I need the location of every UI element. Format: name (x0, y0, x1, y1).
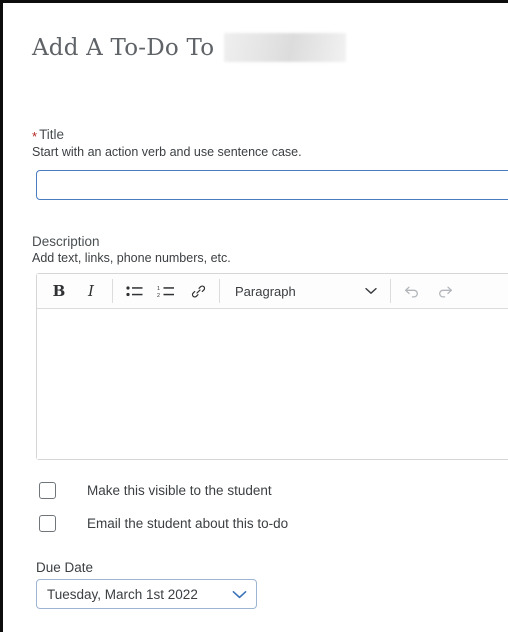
due-date-value: Tuesday, March 1st 2022 (47, 586, 198, 602)
italic-button[interactable]: I (75, 277, 107, 305)
description-helper-text: Add text, links, phone numbers, etc. (32, 251, 231, 265)
paragraph-format-select[interactable]: Paragraph (225, 277, 385, 305)
toolbar-divider (112, 279, 113, 303)
editor-toolbar: B I 1 2 Paragraph (37, 274, 508, 309)
description-label: Description (32, 234, 100, 249)
svg-text:2: 2 (157, 293, 160, 298)
due-date-select[interactable]: Tuesday, March 1st 2022 (36, 579, 257, 609)
chevron-down-icon (365, 287, 377, 295)
rich-text-editor: B I 1 2 Paragraph (36, 273, 508, 460)
bulleted-list-icon (125, 285, 143, 298)
undo-icon (404, 285, 421, 298)
page-title: Add A To-Do To (32, 34, 215, 61)
title-label-row: * Title (32, 126, 302, 144)
title-label: Title (39, 127, 65, 142)
redo-icon (436, 285, 453, 298)
bold-button[interactable]: B (43, 277, 75, 305)
title-field-group: * Title Start with an action verb and us… (32, 126, 302, 160)
title-helper-text: Start with an action verb and use senten… (32, 145, 302, 159)
due-date-label: Due Date (36, 560, 94, 575)
toolbar-divider (390, 279, 391, 303)
undo-button[interactable] (396, 277, 428, 305)
link-button[interactable] (182, 277, 214, 305)
link-icon (191, 284, 206, 299)
visible-to-student-checkbox[interactable] (39, 482, 56, 499)
email-student-checkbox[interactable] (39, 515, 56, 532)
toolbar-divider (219, 279, 220, 303)
chevron-down-icon (232, 590, 247, 599)
email-student-row[interactable]: Email the student about this to-do (39, 515, 288, 532)
required-asterisk-icon: * (32, 129, 38, 144)
svg-text:1: 1 (157, 286, 160, 292)
paragraph-format-value: Paragraph (235, 283, 296, 299)
email-student-label: Email the student about this to-do (87, 516, 289, 531)
bulleted-list-button[interactable] (118, 277, 150, 305)
redacted-course-name (224, 33, 347, 62)
visible-to-student-row[interactable]: Make this visible to the student (39, 482, 272, 499)
numbered-list-icon: 1 2 (157, 285, 175, 298)
visible-to-student-label: Make this visible to the student (87, 483, 272, 498)
description-field-group: Description Add text, links, phone numbe… (32, 233, 231, 266)
description-textarea[interactable] (37, 309, 508, 459)
form-panel: Add A To-Do To * Title Start with an act… (6, 6, 508, 632)
title-input[interactable] (36, 170, 508, 200)
dialog-header: Add A To-Do To (32, 33, 347, 62)
due-date-group: Due Date Tuesday, March 1st 2022 (36, 560, 257, 609)
numbered-list-button[interactable]: 1 2 (150, 277, 182, 305)
redo-button[interactable] (428, 277, 460, 305)
dialog-frame: Add A To-Do To * Title Start with an act… (0, 0, 508, 632)
